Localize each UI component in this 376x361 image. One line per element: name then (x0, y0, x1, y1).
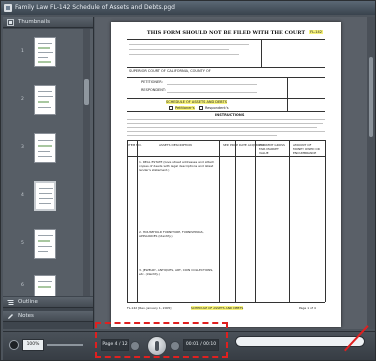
app-window: Family Law FL-142 Schedule of Assets and… (0, 0, 376, 361)
thumbnail-page-number: 6 (21, 283, 24, 288)
schedule-title: SCHEDULE OF ASSETS AND DEBTS (166, 100, 227, 104)
thumbnail-page-number: 4 (21, 193, 24, 198)
thumbnail-page-number: 1 (21, 49, 24, 54)
page-thumbnail[interactable] (34, 275, 56, 296)
instructions-title: INSTRUCTIONS (215, 113, 245, 117)
row-household: 2. HOUSEHOLD FURNITURE, FURNISHINGS, APP… (139, 230, 204, 238)
page-thumbnail[interactable] (34, 133, 56, 163)
document-scrollbar[interactable] (367, 17, 375, 329)
col-amount: AMOUNT OF MONEY OWED OR ENCUMBRANCE (293, 143, 320, 155)
page-thumbnail[interactable] (34, 85, 56, 115)
app-icon (4, 4, 12, 12)
row-jewelry: 3. JEWELRY, ANTIQUES, ART, COIN COLLECTI… (139, 268, 214, 276)
respondent-check-label: Respondent's (205, 106, 229, 110)
outline-icon (7, 300, 14, 305)
respondent-checkbox[interactable] (199, 106, 203, 110)
thumbnail-scroll-thumb[interactable] (84, 79, 89, 105)
document-viewer[interactable]: THIS FORM SHOULD NOT BE FILED WITH THE C… (95, 17, 375, 329)
page-thumbnail-selected[interactable] (34, 181, 56, 211)
thumbnails-label: Thumbnails (18, 19, 50, 25)
respondent-label: RESPONDENT: (141, 88, 166, 92)
window-title: Family Law FL-142 Schedule of Assets and… (15, 4, 175, 11)
col-value: CURRENT GROSS FAIR MARKET VALUE (259, 143, 285, 155)
thumbnails-tab[interactable]: Thumbnails (3, 17, 93, 28)
zoom-icon[interactable] (9, 340, 19, 350)
petitioner-checkbox[interactable] (169, 106, 173, 110)
progress-slider[interactable] (235, 336, 365, 347)
sidebar: Thumbnails 1 2 3 4 5 6 Outline Notes (3, 17, 94, 329)
outline-tab[interactable]: Outline (3, 297, 93, 308)
petitioner-check-label: Petitioner's (175, 106, 195, 110)
thumbnails-icon (7, 19, 14, 26)
document-page: THIS FORM SHOULD NOT BE FILED WITH THE C… (111, 22, 341, 327)
thumbnail-page-number: 3 (21, 145, 24, 150)
petitioner-label: PETITIONER: (141, 80, 163, 84)
thumbnail-scrollbar[interactable] (83, 29, 90, 296)
page-thumbnail[interactable] (34, 229, 56, 259)
col-description: ASSETS DESCRIPTION (159, 143, 192, 147)
zoom-field[interactable]: 100% (22, 339, 44, 351)
court-label: SUPERIOR COURT OF CALIFORNIA, COUNTY OF (129, 69, 211, 73)
form-id: FL-142 (309, 30, 323, 34)
thumbnail-list[interactable]: 1 2 3 4 5 6 (3, 29, 93, 296)
page-thumbnail[interactable] (34, 37, 56, 67)
footer-title: SCHEDULE OF ASSETS AND DEBTS (191, 306, 244, 310)
document-scroll-thumb[interactable] (369, 57, 373, 137)
zoom-slider[interactable] (47, 344, 83, 346)
highlight-annotation-box (95, 322, 228, 358)
outline-label: Outline (18, 299, 38, 305)
pencil-icon (8, 314, 13, 319)
footer-form: FL-142 [Rev. January 1, 2005] (127, 306, 172, 310)
notes-label: Notes (18, 313, 34, 319)
title-bar: Family Law FL-142 Schedule of Assets and… (1, 1, 375, 15)
footer-page: Page 1 of 4 (299, 306, 316, 310)
col-item: ITEM NO. (128, 143, 142, 147)
thumbnail-page-number: 2 (21, 97, 24, 102)
row-real-estate: 1. REAL ESTATE (Give street addresses an… (139, 160, 215, 172)
notes-tab[interactable]: Notes (3, 311, 93, 322)
document-heading: THIS FORM SHOULD NOT BE FILED WITH THE C… (146, 30, 306, 36)
thumbnail-page-number: 5 (21, 241, 24, 246)
